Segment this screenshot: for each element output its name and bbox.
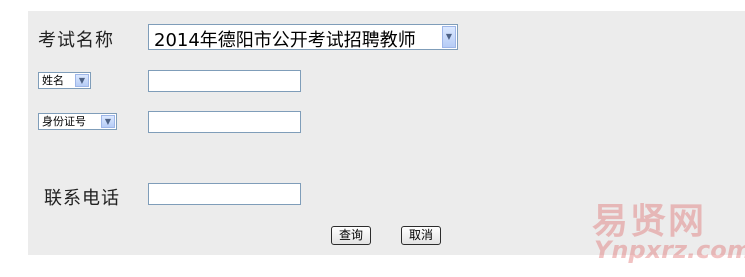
name-type-select-value: 姓名 [42, 74, 64, 87]
exam-name-label: 考试名称 [38, 30, 114, 51]
cancel-button[interactable]: 取消 [401, 226, 441, 245]
id-type-select-value: 身份证号 [42, 115, 86, 128]
query-button[interactable]: 查询 [331, 226, 371, 245]
phone-input[interactable] [148, 183, 301, 205]
id-type-select[interactable]: 身份证号 ▼ [38, 113, 117, 130]
name-input[interactable] [148, 70, 301, 92]
id-number-input[interactable] [148, 111, 301, 133]
exam-name-select-value: 2014年德阳市公开考试招聘教师 [154, 30, 416, 51]
chevron-down-icon: ▼ [442, 26, 456, 48]
name-type-select[interactable]: 姓名 ▼ [38, 72, 91, 89]
exam-name-select[interactable]: 2014年德阳市公开考试招聘教师 ▼ [148, 24, 458, 51]
chevron-down-icon: ▼ [75, 74, 89, 87]
phone-label: 联系电话 [44, 188, 120, 209]
chevron-down-icon: ▼ [101, 115, 115, 128]
